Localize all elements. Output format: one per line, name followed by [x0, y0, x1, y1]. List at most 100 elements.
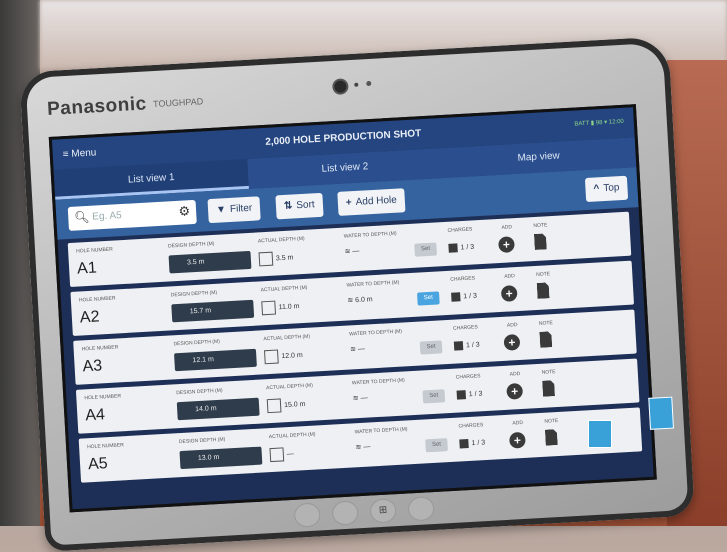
add-label: ADD	[501, 224, 513, 231]
filter-button[interactable]: ▼ Filter	[207, 196, 261, 224]
design-depth-value: 12.1 m	[174, 348, 257, 372]
design-depth-label: DESIGN DEPTH (m)	[176, 387, 223, 397]
actual-depth-label: ACTUAL DEPTH (m)	[263, 333, 311, 343]
note-icon[interactable]	[545, 429, 558, 446]
design-depth-label: DESIGN DEPTH (m)	[170, 289, 218, 299]
note-icon[interactable]	[534, 233, 547, 250]
charges-label: CHARGES	[455, 373, 481, 381]
water-depth-value: —	[357, 345, 366, 354]
add-icon[interactable]: +	[503, 333, 521, 351]
charges-label: CHARGES	[458, 422, 484, 430]
hole-number: A4	[84, 406, 106, 425]
add-label: ADD	[512, 419, 524, 427]
design-depth-label: DESIGN DEPTH (m)	[178, 436, 226, 446]
filter-label: Filter	[229, 202, 253, 215]
charges-field[interactable]: 1 / 3	[448, 242, 474, 253]
charges-label: CHARGES	[452, 324, 478, 332]
charges-field[interactable]: 1 / 3	[459, 438, 485, 449]
actual-depth-value: 11.0 m	[278, 303, 300, 312]
water-depth-label: WATER TO DEPTH (m)	[349, 328, 403, 338]
actual-depth-label: ACTUAL DEPTH (m)	[260, 284, 308, 294]
add-icon[interactable]: +	[500, 285, 518, 302]
add-icon[interactable]: +	[506, 382, 524, 400]
charge-icon	[459, 439, 469, 449]
water-depth-label: WATER TO DEPTH (m)	[343, 230, 397, 240]
note-icon[interactable]	[542, 380, 555, 397]
top-button[interactable]: ^ Top	[584, 175, 629, 203]
chevron-up-icon: ^	[593, 183, 600, 195]
actual-depth-value: —	[286, 450, 295, 459]
note-icon[interactable]	[537, 282, 550, 299]
charges-value: 1 / 3	[463, 292, 478, 301]
actual-depth-field[interactable]: 11.0 m	[261, 299, 300, 316]
water-depth-field[interactable]: ≋ —	[355, 442, 370, 451]
charges-field[interactable]: 1 / 3	[451, 291, 478, 302]
note-icon[interactable]	[539, 331, 552, 348]
set-button[interactable]: Set	[414, 242, 437, 257]
set-button[interactable]: Set	[417, 291, 440, 306]
set-button[interactable]: Set	[419, 340, 443, 355]
actual-depth-field[interactable]: 15.0 m	[266, 397, 306, 414]
hole-number-label: HOLE NUMBER	[84, 393, 122, 402]
set-button[interactable]: Set	[425, 438, 448, 453]
search-placeholder: Eg. A5	[91, 210, 123, 223]
charge-icon	[448, 243, 458, 253]
water-icon: ≋	[349, 346, 357, 354]
water-icon: ≋	[347, 297, 354, 305]
add-label: ADD	[504, 273, 515, 280]
actual-depth-label: ACTUAL DEPTH (m)	[257, 235, 305, 245]
note-label: NOTE	[538, 320, 553, 327]
search-input[interactable]: 🔍︎ Eg. A5 ⚙	[67, 199, 197, 231]
top-label: Top	[603, 182, 620, 195]
add-label: ADD	[509, 371, 521, 378]
actual-depth-value: 3.5 m	[275, 254, 294, 263]
water-depth-field[interactable]: ≋ —	[353, 394, 368, 403]
water-icon: ≋	[355, 443, 362, 452]
device-model: TOUGHPAD	[152, 96, 204, 110]
charges-value: 1 / 3	[468, 390, 483, 399]
hole-number: A3	[82, 357, 103, 376]
design-depth-label: DESIGN DEPTH (m)	[173, 338, 221, 348]
charges-label: CHARGES	[447, 226, 473, 234]
water-depth-field[interactable]: ≋ —	[344, 247, 359, 256]
add-hole-label: Add Hole	[355, 194, 398, 208]
water-depth-field[interactable]: ≋ —	[350, 345, 365, 354]
sort-button[interactable]: ⇅ Sort	[275, 192, 324, 220]
set-button[interactable]: Set	[422, 389, 446, 404]
actual-depth-field[interactable]: 12.0 m	[263, 348, 303, 365]
tablet-screen: ≡ Menu 2,000 HOLE PRODUCTION SHOT BATT ▮…	[48, 104, 657, 513]
note-label: NOTE	[541, 369, 556, 376]
intel-sticker	[648, 396, 675, 430]
hole-number-label: HOLE NUMBER	[78, 295, 116, 304]
ruler-icon	[261, 300, 277, 316]
tablet-device: Panasonic TOUGHPAD ≡ Menu 2,000 HOLE PRO…	[19, 36, 695, 552]
water-depth-label: WATER TO DEPTH (m)	[351, 377, 405, 387]
design-depth-value: 14.0 m	[176, 397, 260, 421]
sort-label: Sort	[296, 199, 315, 212]
ruler-icon	[258, 251, 274, 267]
actual-depth-field[interactable]: —	[269, 447, 295, 463]
charges-field[interactable]: 1 / 3	[453, 340, 480, 351]
water-depth-field[interactable]: ≋ 6.0 m	[347, 295, 373, 304]
water-depth-value: —	[360, 394, 368, 402]
charges-field[interactable]: 1 / 3	[456, 389, 483, 400]
search-icon: 🔍︎	[73, 209, 90, 225]
charges-value: 1 / 3	[465, 341, 480, 350]
hardware-button[interactable]	[293, 502, 321, 528]
gear-icon[interactable]: ⚙	[178, 203, 191, 220]
charge-icon	[456, 390, 467, 400]
ruler-icon	[266, 398, 282, 414]
actual-depth-label: ACTUAL DEPTH (m)	[268, 431, 316, 441]
add-icon[interactable]: +	[498, 236, 515, 254]
add-label: ADD	[506, 322, 518, 329]
windows-icon[interactable]: ⊞	[369, 498, 397, 524]
hardware-button[interactable]	[331, 500, 359, 526]
hardware-button[interactable]	[407, 496, 435, 522]
water-depth-value: —	[352, 247, 360, 256]
actual-depth-field[interactable]: 3.5 m	[258, 251, 294, 267]
add-hole-button[interactable]: + Add Hole	[337, 188, 406, 216]
hole-number-label: HOLE NUMBER	[76, 246, 113, 255]
add-icon[interactable]: +	[508, 431, 526, 449]
water-icon: ≋	[352, 395, 359, 403]
sensor-icon	[354, 82, 359, 87]
